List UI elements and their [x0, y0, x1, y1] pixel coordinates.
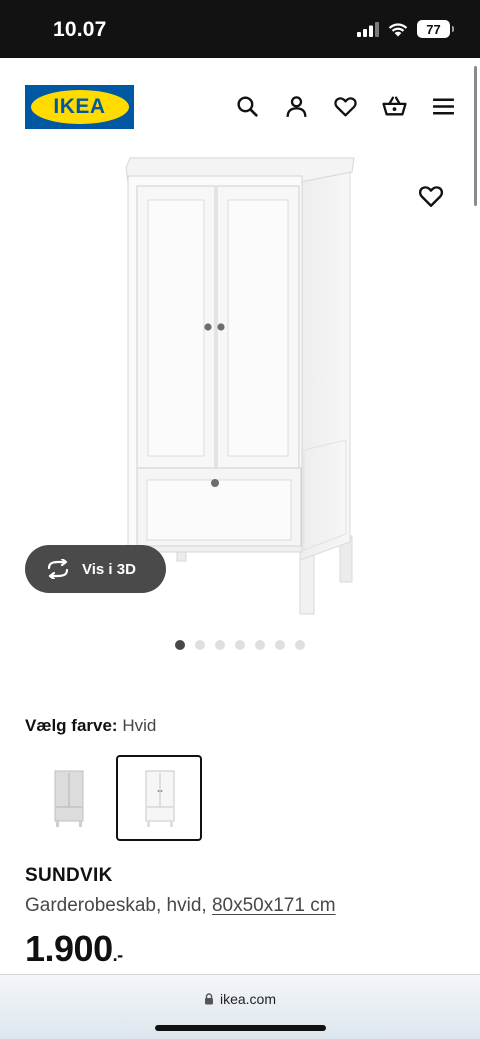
url-display[interactable]: ikea.com [0, 991, 480, 1007]
view-in-3d-label: Vis i 3D [82, 560, 136, 578]
product-name: SUNDVIK [25, 865, 113, 886]
gallery-dot[interactable] [255, 640, 265, 650]
status-bar: 10.07 77 [0, 0, 480, 58]
ikea-logo[interactable]: IKEA [25, 85, 134, 129]
gallery-dot[interactable] [195, 640, 205, 650]
url-text: ikea.com [219, 991, 277, 1007]
logo-oval: IKEA [30, 90, 129, 124]
wifi-icon [388, 22, 408, 36]
signal-icon [357, 21, 379, 37]
status-time: 10.07 [53, 18, 107, 41]
gallery-dot[interactable] [275, 640, 285, 650]
battery-icon: 77 [417, 20, 454, 38]
price-value: 1.900 [25, 928, 113, 969]
basket-icon[interactable] [382, 94, 407, 119]
color-value: Hvid [122, 716, 157, 735]
search-icon[interactable] [235, 94, 260, 119]
color-label: Vælg farve: [25, 716, 118, 735]
product-description: Garderobeskab, hvid, 80x50x171 cm [25, 895, 336, 917]
wardrobe-thumbnail-image [145, 770, 175, 827]
product-type: Garderobeskab, hvid, [25, 895, 207, 916]
lock-icon [204, 993, 213, 1005]
home-indicator [155, 1025, 326, 1031]
menu-icon[interactable] [431, 94, 456, 119]
product-price: 1.900.- [25, 928, 123, 970]
header-actions [235, 94, 456, 119]
status-icons: 77 [357, 20, 454, 38]
user-icon[interactable] [284, 94, 309, 119]
view-in-3d-button[interactable]: Vis i 3D [25, 545, 166, 593]
add-to-favourites-heart-icon[interactable] [418, 184, 444, 208]
gallery-dot[interactable] [295, 640, 305, 650]
price-suffix: .- [112, 945, 124, 965]
color-swatch-white-selected[interactable] [116, 755, 202, 841]
gallery-dot[interactable] [215, 640, 225, 650]
wardrobe-thumbnail-image [54, 770, 84, 827]
battery-level: 77 [426, 21, 441, 37]
browser-address-bar[interactable]: ikea.com [0, 974, 480, 1039]
product-size-link[interactable]: 80x50x171 cm [212, 895, 336, 916]
gallery-pagination [175, 640, 305, 650]
gallery-dot[interactable] [235, 640, 245, 650]
color-swatch-grey[interactable] [25, 755, 111, 841]
gallery-dot[interactable] [175, 640, 185, 650]
logo-text: IKEA [53, 95, 106, 118]
heart-icon[interactable] [333, 94, 358, 119]
site-header: IKEA [0, 58, 480, 153]
color-selection-label: Vælg farve: Hvid [25, 716, 156, 736]
rotate-3d-icon [47, 559, 69, 579]
